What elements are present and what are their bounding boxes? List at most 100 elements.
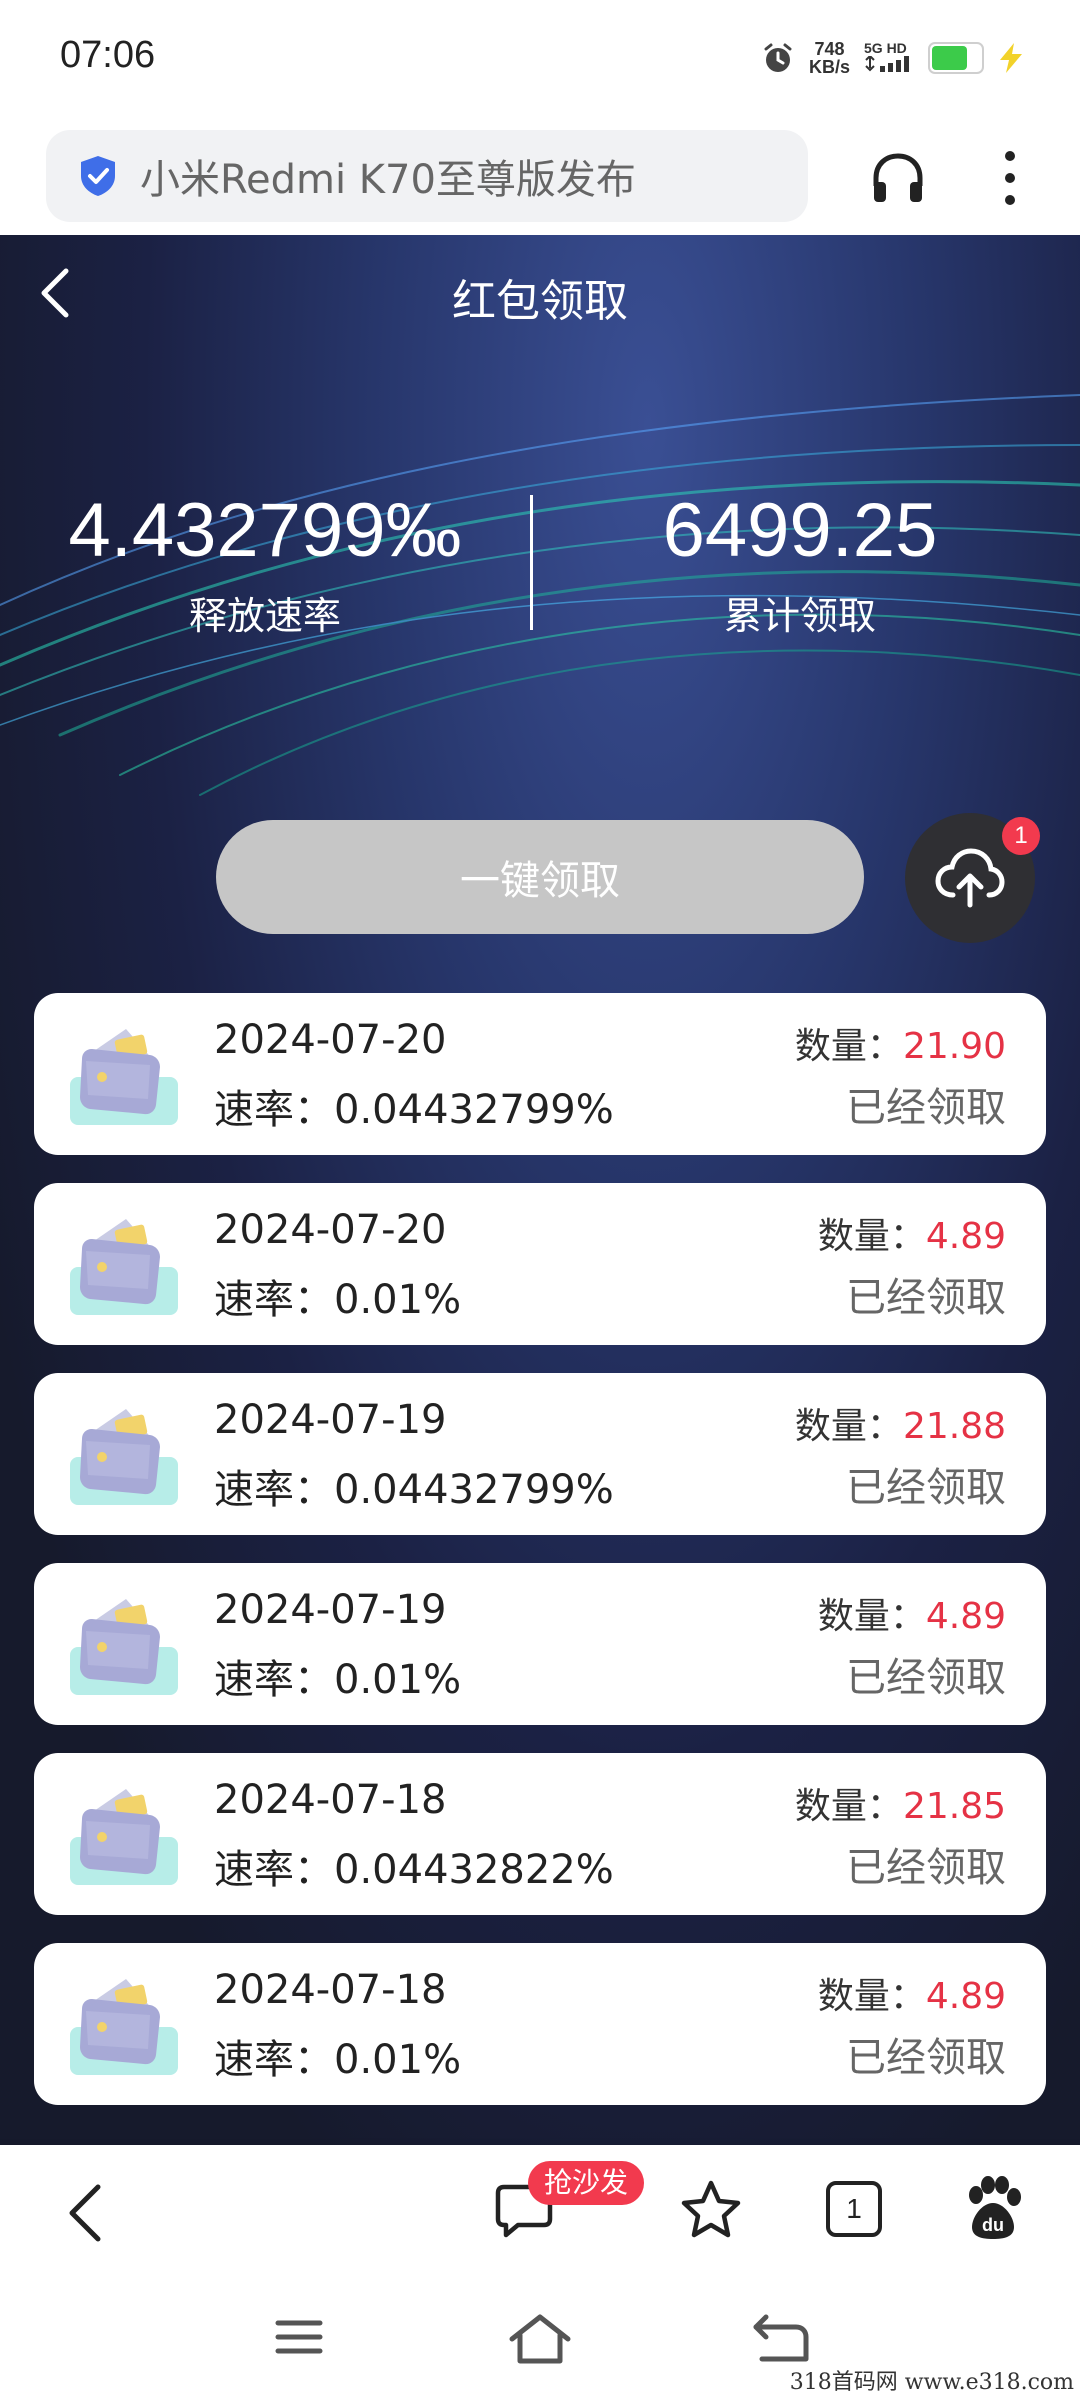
browser-toolbar: 小米Redmi K70至尊版发布 xyxy=(0,120,1080,235)
record-amount-label: 数量： xyxy=(817,1216,926,1257)
battery-icon xyxy=(928,42,984,74)
record-rate-label: 速率： xyxy=(214,1277,334,1323)
record-status: 已经领取 xyxy=(846,1465,1006,1511)
wallet-icon xyxy=(70,1029,178,1125)
record-status: 已经领取 xyxy=(846,1845,1006,1891)
battery-level xyxy=(932,46,967,70)
record-amount-label: 数量： xyxy=(794,1406,903,1447)
upload-badge: 1 xyxy=(1002,817,1040,855)
browser-bottom-bar: 抢沙发 1 du xyxy=(0,2145,1080,2275)
record-rate: 速率：0.01% xyxy=(214,2027,461,2085)
total-claimed-stat: 6499.25 累计领取 xyxy=(530,485,1070,640)
record-status: 已经领取 xyxy=(846,1655,1006,1701)
record-rate-label: 速率： xyxy=(214,1467,334,1513)
record-date: 2024-07-19 xyxy=(214,1587,447,1633)
shield-icon xyxy=(81,156,115,196)
claim-record-card[interactable]: 2024-07-19 速率：0.04432799% 数量：21.88 已经领取 xyxy=(34,1373,1046,1535)
record-date: 2024-07-20 xyxy=(214,1017,447,1063)
record-date: 2024-07-19 xyxy=(214,1397,447,1443)
system-navigation-bar: 318首码网 www.e318.com xyxy=(0,2275,1080,2400)
wallet-icon xyxy=(70,1219,178,1315)
address-bar[interactable]: 小米Redmi K70至尊版发布 xyxy=(46,130,808,222)
more-icon[interactable] xyxy=(990,146,1030,210)
record-rate-value: 0.04432799% xyxy=(334,1467,614,1513)
record-rate-value: 0.04432799% xyxy=(334,1087,614,1133)
status-time: 07:06 xyxy=(60,34,156,76)
record-rate: 速率：0.04432799% xyxy=(214,1457,614,1515)
wallet-icon xyxy=(70,1789,178,1885)
release-rate-value: 4.432799‰ xyxy=(68,488,462,573)
network-speed: 748 KB/s xyxy=(809,40,850,76)
claim-all-button[interactable]: 一键领取 xyxy=(216,820,864,934)
record-rate-label: 速率： xyxy=(214,1847,334,1893)
record-rate-value: 0.01% xyxy=(334,1277,462,1323)
release-rate-label: 释放速率 xyxy=(188,594,341,638)
headphone-icon[interactable] xyxy=(868,148,928,208)
record-rate-label: 速率： xyxy=(214,2037,334,2083)
network-indicator: 5G HD xyxy=(864,41,914,75)
signal-icon xyxy=(865,54,909,72)
record-amount: 数量：21.88 xyxy=(795,1397,1006,1449)
record-amount-value: 4.89 xyxy=(925,1596,1006,1637)
wallet-icon xyxy=(70,1599,178,1695)
wallet-icon xyxy=(70,1409,178,1505)
record-amount-label: 数量： xyxy=(817,1596,926,1637)
watermark: 318首码网 www.e318.com xyxy=(789,2370,1074,2395)
speed-value: 748 xyxy=(814,39,845,59)
record-status: 已经领取 xyxy=(846,1085,1006,1131)
record-amount-value: 21.88 xyxy=(902,1406,1006,1447)
record-rate-value: 0.01% xyxy=(334,2037,462,2083)
menu-icon[interactable] xyxy=(274,2317,324,2357)
network-type: 5G HD xyxy=(864,40,907,56)
baidu-paw-icon[interactable]: du xyxy=(962,2175,1024,2241)
home-icon[interactable] xyxy=(508,2311,572,2365)
record-amount-value: 4.89 xyxy=(925,1216,1006,1257)
charging-bolt-icon xyxy=(1000,43,1022,73)
status-icons: 748 KB/s 5G HD xyxy=(761,36,1024,80)
claim-record-card[interactable]: 2024-07-20 速率：0.04432799% 数量：21.90 已经领取 xyxy=(34,993,1046,1155)
record-rate: 速率：0.04432822% xyxy=(214,1837,614,1895)
claim-record-card[interactable]: 2024-07-20 速率：0.01% 数量：4.89 已经领取 xyxy=(34,1183,1046,1345)
record-amount-label: 数量： xyxy=(794,1786,903,1827)
return-icon[interactable] xyxy=(752,2313,810,2363)
page-title: 红包领取 xyxy=(452,276,628,327)
record-amount-label: 数量： xyxy=(817,1976,926,2017)
record-date: 2024-07-18 xyxy=(214,1777,447,1823)
record-rate-value: 0.04432822% xyxy=(334,1847,614,1893)
record-amount-label: 数量： xyxy=(794,1026,903,1067)
record-rate: 速率：0.04432799% xyxy=(214,1077,614,1135)
page-content: 红包领取 4.432799‰ 释放速率 6499.25 累计领取 一键领取 1 … xyxy=(0,235,1080,2145)
speed-unit: KB/s xyxy=(808,57,850,77)
record-rate-value: 0.01% xyxy=(334,1657,462,1703)
record-amount: 数量：4.89 xyxy=(818,1967,1006,2019)
record-date: 2024-07-20 xyxy=(214,1207,447,1253)
record-amount: 数量：21.90 xyxy=(795,1017,1006,1069)
record-amount-value: 4.89 xyxy=(925,1976,1006,2017)
star-icon[interactable] xyxy=(680,2179,742,2241)
total-claimed-value: 6499.25 xyxy=(662,488,938,573)
tabs-icon[interactable]: 1 xyxy=(826,2181,882,2237)
release-rate-stat: 4.432799‰ 释放速率 xyxy=(0,485,530,640)
record-rate: 速率：0.01% xyxy=(214,1267,461,1325)
record-amount-value: 21.85 xyxy=(902,1786,1006,1827)
claim-record-card[interactable]: 2024-07-19 速率：0.01% 数量：4.89 已经领取 xyxy=(34,1563,1046,1725)
claim-record-card[interactable]: 2024-07-18 速率：0.04432822% 数量：21.85 已经领取 xyxy=(34,1753,1046,1915)
record-amount: 数量：21.85 xyxy=(795,1777,1006,1829)
record-amount: 数量：4.89 xyxy=(818,1207,1006,1259)
alarm-icon xyxy=(764,43,792,72)
wallet-icon xyxy=(70,1979,178,2075)
record-date: 2024-07-18 xyxy=(214,1967,447,2013)
stats-panel: 4.432799‰ 释放速率 6499.25 累计领取 xyxy=(0,485,1080,645)
page-header: 红包领取 xyxy=(0,235,1080,355)
back-icon[interactable] xyxy=(62,2181,108,2245)
svg-text:du: du xyxy=(982,2215,1004,2235)
hot-comment-badge: 抢沙发 xyxy=(528,2161,645,2205)
cloud-upload-icon xyxy=(935,848,1005,908)
claim-record-card[interactable]: 2024-07-18 速率：0.01% 数量：4.89 已经领取 xyxy=(34,1943,1046,2105)
record-status: 已经领取 xyxy=(846,2035,1006,2081)
status-bar: 07:06 748 KB/s 5G HD xyxy=(0,0,1080,120)
record-status: 已经领取 xyxy=(846,1275,1006,1321)
record-amount-value: 21.90 xyxy=(902,1026,1006,1067)
record-rate-label: 速率： xyxy=(214,1657,334,1703)
record-rate-label: 速率： xyxy=(214,1087,334,1133)
